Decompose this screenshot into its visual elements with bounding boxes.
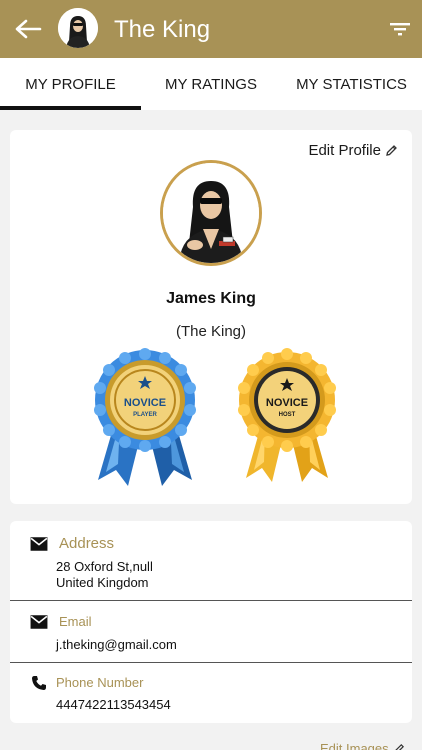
- host-badge-line2: HOST: [279, 412, 296, 418]
- email-label: Email: [59, 614, 92, 629]
- pencil-icon: [394, 743, 404, 750]
- tab-my-statistics[interactable]: MY STATISTICS: [281, 58, 422, 110]
- mail-icon: [30, 615, 48, 629]
- back-button[interactable]: [10, 14, 46, 44]
- profile-card: Edit Profile James King (The King) NOVIC…: [10, 130, 412, 504]
- contact-details-card: Address 28 Oxford St,null United Kingdom…: [10, 521, 412, 723]
- edit-images-label: Edit Images: [320, 741, 389, 750]
- user-nickname: (The King): [175, 323, 247, 340]
- tab-my-profile[interactable]: MY PROFILE: [0, 58, 141, 110]
- edit-profile-button[interactable]: Edit Profile: [308, 142, 398, 159]
- phone-label: Phone Number: [56, 675, 144, 690]
- address-label: Address: [59, 535, 115, 552]
- address-line2: United Kingdom: [56, 575, 149, 590]
- player-badge-line1: NOVICE: [124, 397, 166, 409]
- novice-player-badge: NOVICE PLAYER: [90, 348, 200, 490]
- active-tab-indicator: [0, 106, 141, 110]
- phone-row: Phone Number 4447422113543454: [10, 663, 412, 723]
- novice-host-badge: NOVICE HOST: [232, 348, 342, 490]
- address-row: Address 28 Oxford St,null United Kingdom: [10, 521, 412, 601]
- address-line1: 28 Oxford St,null: [56, 559, 153, 574]
- host-badge-line1: NOVICE: [266, 397, 308, 409]
- email-row: Email j.theking@gmail.com: [10, 601, 412, 663]
- tab-bar: MY PROFILE MY RATINGS MY STATISTICS: [0, 58, 422, 110]
- app-title: The King: [114, 16, 211, 43]
- phone-icon: [32, 676, 46, 690]
- user-name: James King: [166, 290, 256, 307]
- filter-button[interactable]: [386, 18, 414, 40]
- pencil-icon: [386, 145, 397, 156]
- email-value[interactable]: j.theking@gmail.com: [56, 637, 177, 653]
- tab-my-ratings[interactable]: MY RATINGS: [141, 58, 281, 110]
- arrow-left-icon: [15, 19, 42, 39]
- app-bar: The King: [0, 0, 422, 58]
- mail-icon: [30, 537, 48, 551]
- phone-value[interactable]: 4447422113543454: [56, 697, 171, 713]
- edit-profile-label: Edit Profile: [308, 142, 381, 159]
- profile-avatar[interactable]: [160, 160, 262, 266]
- filter-icon: [390, 23, 410, 36]
- player-badge-line2: PLAYER: [133, 412, 157, 418]
- edit-images-button[interactable]: Edit Images: [320, 741, 405, 750]
- avatar[interactable]: [58, 8, 98, 48]
